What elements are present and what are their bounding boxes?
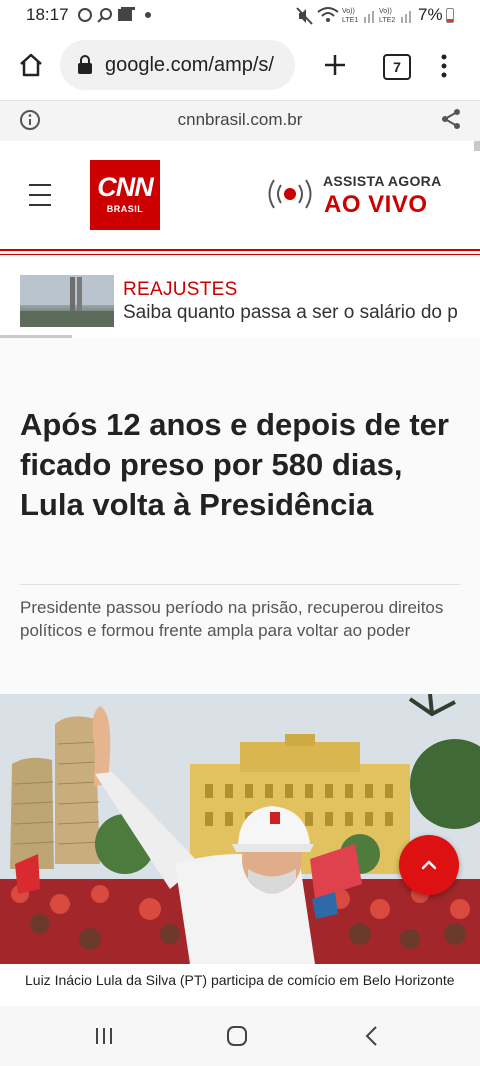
headline-divider — [20, 584, 460, 585]
chat-search-icon — [97, 7, 113, 28]
battery-fill — [447, 19, 453, 22]
article-photo[interactable] — [0, 694, 480, 964]
image-icon — [117, 7, 135, 28]
header-divider — [0, 249, 480, 251]
status-time: 18:17 — [26, 5, 69, 24]
svg-text:LTE2: LTE2 — [379, 17, 395, 24]
page-scrollbar[interactable] — [474, 141, 480, 151]
notification-dot-icon — [145, 12, 151, 18]
article-headline: Após 12 anos e depois de ter ficado pres… — [20, 407, 449, 522]
article-subtitle: Presidente passou período na prisão, rec… — [20, 598, 444, 640]
home-icon[interactable] — [18, 52, 44, 83]
b-badge-icon — [78, 8, 92, 22]
ticker-thumbnail[interactable] — [20, 275, 114, 327]
chevron-up-icon — [421, 860, 437, 870]
header-divider-thin — [0, 254, 480, 255]
back-icon[interactable] — [364, 1025, 380, 1052]
hamburger-menu-icon[interactable] — [29, 184, 51, 206]
ticker-label[interactable]: REAJUSTES — [123, 279, 238, 301]
battery-percent: 7% — [418, 5, 443, 24]
live-subtitle[interactable]: AO VIVO — [324, 191, 428, 219]
svg-text:Vo)): Vo)) — [379, 8, 392, 15]
live-title[interactable]: ASSISTA AGORA — [323, 173, 442, 189]
live-broadcast-icon[interactable] — [265, 176, 315, 217]
share-icon[interactable] — [441, 108, 461, 135]
amp-domain: cnnbrasil.com.br — [177, 110, 303, 129]
more-menu-icon[interactable] — [440, 54, 448, 83]
scroll-to-top-button[interactable] — [399, 835, 459, 895]
cnn-logo-text: CNN — [97, 172, 154, 202]
new-tab-icon[interactable] — [323, 53, 347, 82]
signal-lte1-icon: Vo)) LTE1 — [342, 5, 376, 30]
cnn-logo-subtext: BRASIL — [106, 204, 144, 214]
tab-switcher-button[interactable]: 7 — [383, 54, 411, 80]
battery-icon — [446, 8, 454, 23]
svg-text:LTE1: LTE1 — [342, 17, 358, 24]
mute-icon — [296, 7, 314, 30]
wifi-icon — [317, 6, 339, 29]
lock-icon — [77, 55, 93, 80]
ticker-scrollbar[interactable] — [0, 335, 72, 338]
home-nav-icon[interactable] — [226, 1025, 248, 1052]
ticker-headline[interactable]: Saiba quanto passa a ser o salário do p — [123, 302, 458, 324]
recent-apps-icon[interactable] — [94, 1026, 114, 1051]
signal-lte2-icon: Vo)) LTE2 — [379, 5, 413, 30]
photo-caption: Luiz Inácio Lula da Silva (PT) participa… — [25, 972, 455, 988]
url-text[interactable]: google.com/amp/s/ — [105, 54, 285, 77]
svg-text:Vo)): Vo)) — [342, 8, 355, 15]
